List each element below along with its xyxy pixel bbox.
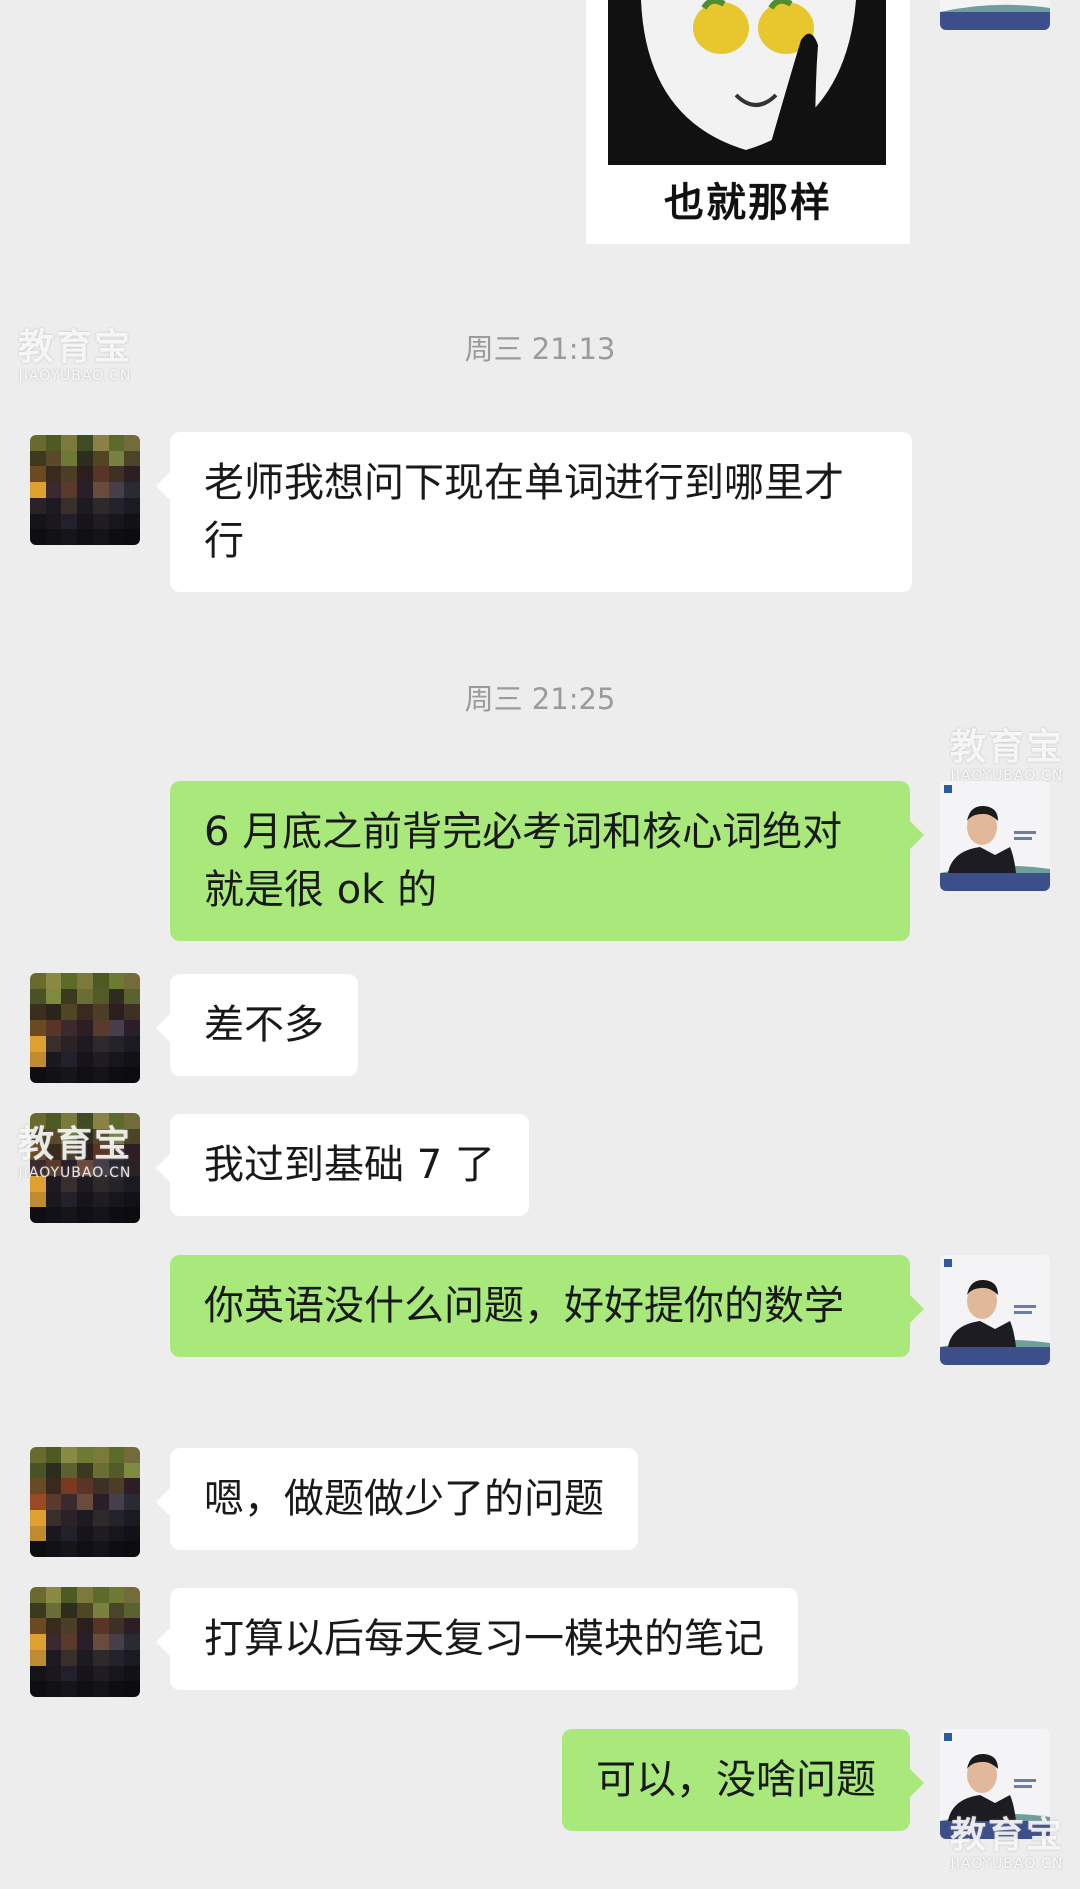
watermark-url: JIAOYUBAO.CN bbox=[18, 368, 132, 384]
watermark: 教育宝 JIAOYUBAO.CN bbox=[18, 1124, 133, 1181]
contact-avatar[interactable] bbox=[30, 435, 140, 545]
message-bubble-incoming[interactable]: 差不多 bbox=[156, 974, 358, 1076]
pixelated-avatar-icon bbox=[30, 1447, 140, 1557]
message-bubble-incoming[interactable]: 嗯，做题做少了的问题 bbox=[156, 1448, 638, 1550]
person-photo-avatar-icon bbox=[940, 0, 1050, 30]
watermark-url: JIAOYUBAO.CN bbox=[950, 1856, 1064, 1872]
message-bubble-outgoing[interactable]: 可以，没啥问题 bbox=[562, 1729, 924, 1831]
own-avatar[interactable] bbox=[940, 1255, 1050, 1365]
pixelated-avatar-icon bbox=[30, 973, 140, 1083]
pixelated-avatar-icon bbox=[30, 435, 140, 545]
watermark-text: 教育宝 bbox=[18, 1124, 133, 1165]
watermark-url: JIAOYUBAO.CN bbox=[18, 1165, 132, 1181]
watermark-text: 教育宝 bbox=[950, 1815, 1065, 1856]
pixelated-avatar-icon bbox=[30, 1587, 140, 1697]
panda-meme-sticker[interactable]: 也就那样 bbox=[586, 0, 910, 244]
watermark: 教育宝 JIAOYUBAO.CN bbox=[950, 1815, 1065, 1872]
own-avatar[interactable] bbox=[940, 0, 1050, 30]
contact-avatar[interactable] bbox=[30, 1447, 140, 1557]
timestamp: 周三 21:13 bbox=[464, 332, 616, 366]
message-bubble-incoming[interactable]: 我过到基础 7 了 bbox=[156, 1114, 529, 1216]
sticker-caption: 也就那样 bbox=[664, 180, 832, 226]
own-avatar[interactable] bbox=[940, 781, 1050, 891]
timestamp: 周三 21:25 bbox=[464, 682, 616, 716]
contact-avatar[interactable] bbox=[30, 1587, 140, 1697]
message-bubble-incoming[interactable]: 老师我想问下现在单词进行到哪里才行 bbox=[156, 432, 912, 592]
person-photo-avatar-icon bbox=[940, 781, 1050, 891]
message-bubble-outgoing[interactable]: 你英语没什么问题，好好提你的数学 bbox=[170, 1255, 924, 1357]
message-bubble-incoming[interactable]: 打算以后每天复习一模块的笔记 bbox=[156, 1588, 798, 1690]
contact-avatar[interactable] bbox=[30, 973, 140, 1083]
person-photo-avatar-icon bbox=[940, 1255, 1050, 1365]
message-bubble-outgoing[interactable]: 6 月底之前背完必考词和核心词绝对就是很 ok 的 bbox=[170, 781, 924, 941]
watermark: 教育宝 JIAOYUBAO.CN bbox=[950, 727, 1065, 784]
watermark-text: 教育宝 bbox=[950, 727, 1065, 768]
